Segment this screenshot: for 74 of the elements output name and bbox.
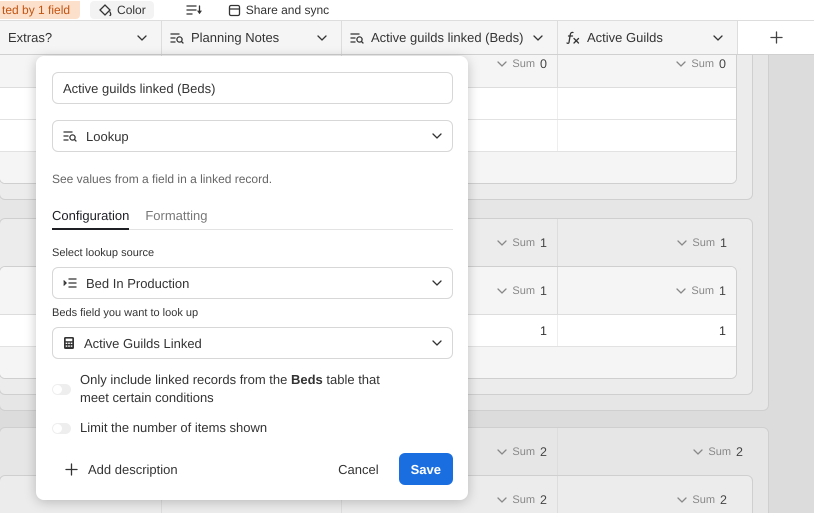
list-icon — [63, 277, 77, 289]
chevron-down-icon — [676, 288, 686, 294]
summary-label: Sum — [512, 236, 536, 248]
tab[interactable]: Configuration — [52, 208, 130, 230]
summary-label: Sum — [512, 284, 536, 296]
chevron-down-icon — [677, 496, 688, 502]
summary-cell[interactable]: Sum 0 — [558, 55, 736, 87]
select-dropdown[interactable]: Active Guilds Linked — [52, 327, 453, 359]
tab[interactable]: Formatting — [145, 208, 208, 230]
chevron-down-icon — [676, 60, 686, 66]
summary-value: 2 — [736, 444, 743, 458]
filter-badge[interactable]: ted by 1 field — [0, 1, 80, 19]
calculator-icon — [63, 336, 75, 350]
chevron-down-icon — [432, 280, 442, 286]
chevron-down-icon — [533, 34, 543, 40]
chevron-down-icon — [497, 448, 508, 454]
summary-value: 1 — [540, 284, 547, 298]
chevron-down-icon — [497, 240, 508, 246]
summary-value: 1 — [720, 236, 727, 250]
toggle-label: Only include linked records from the Beds table that meet certain conditions — [80, 371, 381, 407]
summary-cell[interactable]: Sum 2 — [558, 428, 753, 475]
summary-value: 2 — [540, 444, 547, 458]
summary-value: 1 — [540, 236, 547, 250]
chevron-down-icon — [317, 34, 327, 40]
plus-icon[interactable] — [65, 462, 78, 476]
summary-value: 2 — [720, 492, 727, 506]
row-height-icon[interactable] — [186, 4, 202, 16]
field-name-input[interactable]: Active guilds linked (Beds) — [52, 72, 453, 104]
table-cell-text: 1 — [718, 322, 727, 340]
lookup-icon — [350, 32, 364, 44]
chevron-down-icon — [497, 60, 508, 66]
field-type-dropdown[interactable]: Lookup — [52, 120, 453, 152]
field-label: Beds field you want to look up — [52, 307, 200, 319]
formula-icon — [566, 31, 580, 44]
add-column-icon[interactable] — [770, 31, 782, 44]
field-type-description: See values from a field in a linked record. — [52, 172, 274, 186]
cancel-button[interactable]: Cancel — [327, 454, 390, 484]
summary-label: Sum — [512, 446, 536, 458]
column-header[interactable]: Active guilds linked (Beds) — [342, 21, 558, 54]
field-label: Select lookup source — [52, 247, 156, 259]
chevron-down-icon — [432, 340, 442, 346]
chevron-down-icon — [497, 496, 508, 502]
summary-value: 1 — [719, 284, 726, 298]
column-header[interactable]: Planning Notes — [162, 21, 342, 54]
save-button[interactable]: Save — [398, 453, 453, 485]
share-sync-button[interactable]: Share and sync — [220, 1, 338, 19]
summary-label: Sum — [708, 446, 732, 458]
chevron-down-icon — [713, 34, 723, 40]
select-dropdown[interactable]: Bed In Production — [52, 267, 453, 299]
summary-value: 2 — [540, 492, 547, 506]
summary-cell[interactable]: Sum 2 — [558, 476, 737, 513]
summary-cell[interactable]: Sum 1 — [558, 267, 736, 314]
chevron-down-icon — [693, 448, 704, 454]
chevron-down-icon — [677, 240, 688, 246]
summary-label: Sum — [691, 284, 714, 296]
summary-label: Sum — [512, 494, 536, 506]
share-icon — [228, 4, 241, 16]
toggle-label: Limit the number of items shown — [80, 419, 268, 437]
chevron-down-icon — [137, 34, 147, 40]
summary-value: 0 — [719, 56, 726, 70]
lookup-icon — [170, 32, 184, 44]
summary-value: 0 — [540, 56, 547, 70]
summary-label: Sum — [512, 58, 536, 70]
color-button[interactable]: Color — [90, 1, 154, 19]
column-header[interactable]: Extras? — [0, 21, 162, 54]
summary-label: Sum — [692, 236, 716, 248]
summary-label: Sum — [691, 58, 714, 70]
summary-cell[interactable]: Sum 1 — [558, 219, 737, 266]
chevron-down-icon — [432, 133, 442, 139]
summary-label: Sum — [692, 494, 716, 506]
paint-bucket-icon — [98, 3, 112, 17]
lookup-icon — [63, 130, 77, 142]
chevron-down-icon — [497, 288, 508, 294]
add-description-button[interactable]: Add description — [52, 462, 328, 476]
